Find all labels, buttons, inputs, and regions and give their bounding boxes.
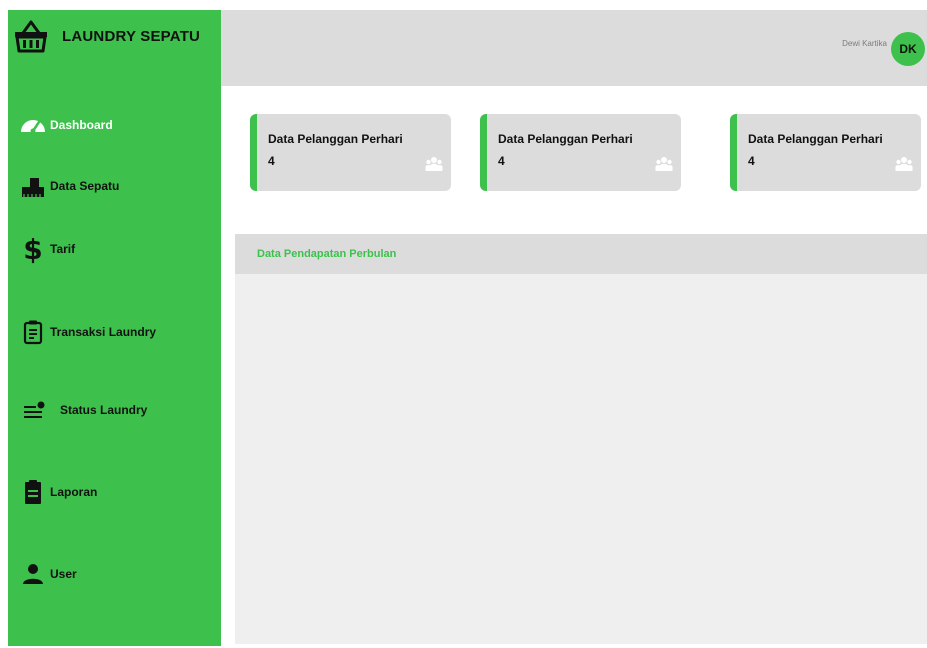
sidebar-item-transaksi-laundry[interactable]: Transaksi Laundry	[20, 319, 156, 345]
card-value: 4	[498, 154, 505, 168]
card-value: 4	[748, 154, 755, 168]
topbar: Dewi Kartika DK	[221, 10, 927, 86]
stat-card: Data Pelanggan Perhari 4	[730, 114, 921, 191]
report-icon	[20, 479, 46, 505]
status-list-icon	[22, 397, 48, 423]
panel-title: Data Pendapatan Perbulan	[257, 248, 397, 260]
panel-header: Data Pendapatan Perbulan	[235, 234, 927, 274]
sidebar-item-label: Tarif	[50, 242, 76, 256]
card-value: 4	[268, 154, 275, 168]
sidebar-item-dashboard[interactable]: Dashboard	[20, 112, 113, 138]
sidebar-item-user[interactable]: User	[20, 561, 77, 587]
avatar[interactable]: DK	[891, 32, 925, 66]
clipboard-list-icon	[20, 319, 46, 345]
basket-icon	[12, 17, 50, 55]
gauge-icon	[20, 112, 46, 138]
user-name[interactable]: Dewi Kartika	[842, 39, 887, 48]
income-panel: Data Pendapatan Perbulan	[235, 234, 927, 644]
users-icon	[655, 156, 673, 172]
sidebar-item-tarif[interactable]: $ Tarif	[20, 234, 76, 264]
card-title: Data Pelanggan Perhari	[498, 132, 633, 146]
users-icon	[425, 156, 443, 172]
sidebar: LAUNDRY SEPATU Dashboard Data Sepatu $ T…	[8, 10, 221, 646]
svg-text:$: $	[23, 234, 42, 264]
sidebar-item-label: Laporan	[50, 485, 98, 499]
sidebar-item-label: Transaksi Laundry	[50, 325, 157, 339]
user-icon	[20, 561, 46, 587]
shoe-icon	[20, 173, 46, 199]
sidebar-item-label: Status Laundry	[60, 403, 148, 417]
stat-card: Data Pelanggan Perhari 4	[250, 114, 451, 191]
sidebar-item-label: User	[50, 567, 77, 581]
sidebar-item-label: Dashboard	[50, 118, 113, 132]
card-title: Data Pelanggan Perhari	[748, 132, 883, 146]
users-icon	[895, 156, 913, 172]
brand-title: LAUNDRY SEPATU	[62, 27, 201, 45]
sidebar-item-status-laundry[interactable]: Status Laundry	[22, 397, 147, 423]
dollar-icon: $	[20, 234, 46, 264]
sidebar-item-label: Data Sepatu	[50, 179, 120, 193]
sidebar-item-laporan[interactable]: Laporan	[20, 479, 97, 505]
brand[interactable]: LAUNDRY SEPATU	[8, 10, 221, 62]
stat-card: Data Pelanggan Perhari 4	[480, 114, 681, 191]
sidebar-item-data-sepatu[interactable]: Data Sepatu	[20, 173, 119, 199]
card-title: Data Pelanggan Perhari	[268, 132, 403, 146]
